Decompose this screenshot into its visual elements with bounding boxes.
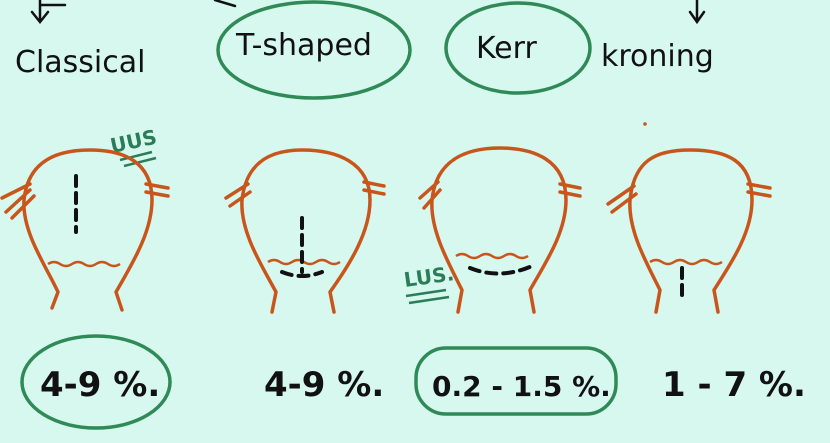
label-kroning: kroning	[601, 39, 714, 74]
uterus-classical	[0, 148, 170, 312]
uterus-tshaped	[224, 148, 386, 314]
stray-dot	[643, 122, 647, 126]
rate-kroning: 1 - 7 %.	[662, 365, 806, 405]
label-tshaped: T-shaped	[235, 28, 372, 63]
arrow-kroning	[688, 0, 706, 25]
uterus-kerr	[418, 146, 582, 314]
incision-line-kerr	[468, 264, 534, 276]
label-kerr: Kerr	[476, 31, 537, 66]
svg-text:LUS.: LUS.	[402, 261, 455, 292]
whiteboard-canvas: Classical T-shaped Kerr kroning UUS LUS.	[0, 0, 830, 439]
rate-classical: 4-9 %.	[40, 365, 160, 405]
label-classical: Classical	[15, 45, 145, 80]
arrow-tshaped	[213, 0, 237, 8]
uterus-kroning	[606, 148, 772, 314]
rate-tshaped: 4-9 %.	[264, 365, 384, 405]
rate-kerr: 0.2 - 1.5 %.	[432, 370, 611, 403]
arrow-classical	[30, 0, 67, 25]
annotation-lus: LUS.	[402, 261, 455, 305]
incision-diagram: Classical T-shaped Kerr kroning UUS LUS.	[0, 0, 806, 430]
